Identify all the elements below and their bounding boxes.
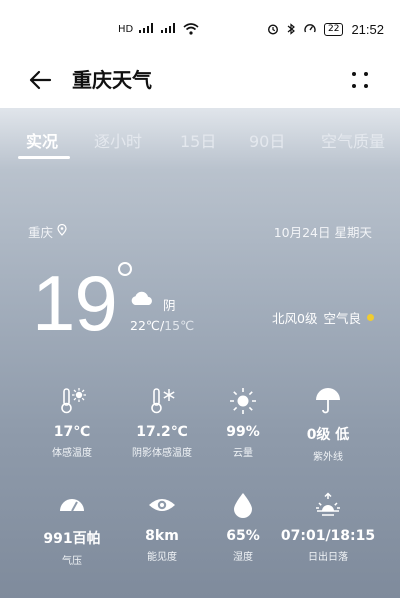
weather-screen: HD 22 21:52 重庆天气 实况 逐小时 15日 90日 空气质量 重庆 … [0, 0, 400, 598]
umbrella-icon [313, 386, 343, 416]
signal-icon [139, 23, 155, 36]
detail-label: 体感温度 [52, 448, 92, 459]
weather-condition: 阴 [163, 298, 176, 313]
tab-bar: 实况 逐小时 15日 90日 空气质量 [0, 108, 400, 160]
detail-feels-like: 17℃ 体感温度 [22, 386, 122, 459]
tab-live[interactable]: 实况 [26, 128, 58, 152]
shade-temp-icon [147, 386, 177, 416]
more-options-icon[interactable] [350, 70, 370, 90]
detail-value: 07:01/18:15 [280, 528, 376, 544]
detail-label: 紫外线 [313, 452, 343, 463]
air-quality-text: 空气良 [323, 311, 361, 326]
cloud-icon [130, 290, 154, 306]
alarm-icon [267, 20, 279, 39]
water-drop-icon [228, 490, 258, 520]
page-title: 重庆天气 [72, 68, 152, 92]
wifi-icon [183, 20, 199, 39]
status-right: 22 21:52 [267, 20, 384, 39]
city-name: 重庆 [28, 225, 54, 240]
hd-icon: HD [118, 24, 134, 35]
tab-air-quality[interactable]: 空气质量 [321, 128, 385, 152]
detail-pressure: 991百帕 气压 [22, 490, 122, 567]
status-left: HD [118, 20, 199, 39]
status-bar: HD 22 21:52 [0, 0, 400, 52]
tab-15-day[interactable]: 15日 [180, 128, 216, 152]
detail-value: 0级 低 [306, 427, 350, 443]
gauge-icon [57, 490, 87, 520]
detail-label: 气压 [62, 556, 82, 567]
battery-level: 22 [324, 23, 344, 36]
wind-level: 北风0级 [272, 311, 318, 326]
detail-uv-index: 0级 低 紫外线 [278, 386, 378, 463]
degree-symbol-icon [118, 262, 132, 276]
detail-label: 日出日落 [308, 552, 348, 563]
temp-low: 15℃ [164, 318, 195, 333]
signal-icon-2 [161, 23, 177, 36]
feels-like-temp-icon [57, 386, 87, 416]
location: 重庆 [28, 222, 67, 241]
location-pin-icon [57, 223, 67, 239]
eye-icon [147, 490, 177, 520]
sun-icon [228, 386, 258, 416]
current-date: 10月24日 星期天 [273, 225, 372, 240]
status-time: 21:52 [351, 22, 384, 37]
back-arrow-icon[interactable] [28, 68, 52, 92]
app-bar: 重庆天气 [0, 52, 400, 108]
temperature-range: 22℃/15℃ [130, 318, 194, 333]
detail-value: 17℃ [53, 424, 91, 440]
air-quality-dot [366, 314, 374, 321]
detail-sunrise-sunset: 07:01/18:15 日出日落 [278, 490, 378, 563]
data-speed-icon [304, 20, 316, 39]
temp-high: 22℃ [130, 318, 160, 333]
detail-value: 991百帕 [43, 531, 101, 547]
tab-90-day[interactable]: 90日 [249, 128, 285, 152]
bluetooth-icon [287, 20, 296, 39]
current-temperature: 19 [32, 259, 118, 347]
wind-air-info: 北风0级 空气良 [272, 308, 374, 327]
active-tab-indicator [18, 156, 70, 159]
tab-hourly[interactable]: 逐小时 [94, 128, 142, 152]
sunrise-sunset-icon [313, 490, 343, 520]
